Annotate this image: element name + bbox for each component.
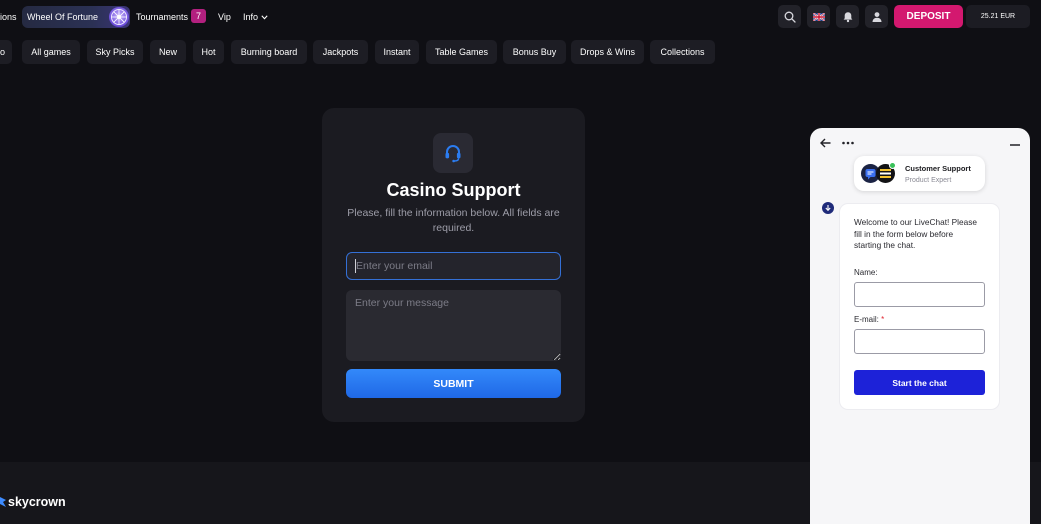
nav-item-clipped[interactable]: ions bbox=[0, 11, 17, 23]
text-caret bbox=[355, 259, 356, 273]
minimize-icon bbox=[1010, 144, 1020, 146]
notifications-button[interactable] bbox=[836, 5, 859, 28]
more-dots-icon bbox=[842, 141, 854, 145]
language-button[interactable] bbox=[807, 5, 830, 28]
category-collections[interactable]: Collections bbox=[650, 40, 715, 64]
category-hot[interactable]: Hot bbox=[193, 40, 224, 64]
deposit-button[interactable]: DEPOSIT bbox=[894, 5, 963, 28]
support-description: Please, fill the information below. All … bbox=[347, 207, 560, 234]
submit-button[interactable]: SUBMIT bbox=[346, 369, 561, 398]
category-all-games[interactable]: All games bbox=[22, 40, 80, 64]
nav-item-vip[interactable]: Vip bbox=[218, 11, 231, 23]
wheel-of-fortune-icon bbox=[109, 7, 129, 27]
category-sky-picks[interactable]: Sky Picks bbox=[87, 40, 143, 64]
livechat-widget: Customer Support Product Expert Welcome … bbox=[810, 128, 1030, 524]
brand-name: skycrown bbox=[8, 495, 66, 509]
tournaments-count-badge: 7 bbox=[191, 9, 206, 23]
nav-item-info[interactable]: Info bbox=[243, 11, 258, 23]
email-input[interactable] bbox=[346, 252, 561, 280]
category-instant[interactable]: Instant bbox=[375, 40, 419, 64]
category-item-clipped[interactable]: o bbox=[0, 40, 12, 64]
search-button[interactable] bbox=[778, 5, 801, 28]
uk-flag-icon bbox=[812, 12, 825, 21]
category-jackpots[interactable]: Jackpots bbox=[313, 40, 368, 64]
prechat-form: Welcome to our LiveChat! Please fill in … bbox=[840, 204, 999, 409]
chat-back-button[interactable] bbox=[818, 137, 832, 149]
support-card: Casino Support Please, fill the informat… bbox=[322, 108, 585, 422]
chevron-down-icon[interactable] bbox=[261, 15, 268, 20]
name-field[interactable] bbox=[854, 282, 985, 307]
email-label-row: E-mail: * bbox=[854, 315, 884, 325]
brand-logo[interactable]: skycrown bbox=[0, 495, 70, 509]
category-table-games[interactable]: Table Games bbox=[426, 40, 497, 64]
online-status-dot bbox=[889, 162, 896, 169]
category-bonus-buy[interactable]: Bonus Buy bbox=[503, 40, 566, 64]
wheel-of-fortune-label: Wheel Of Fortune bbox=[27, 12, 99, 22]
bot-avatar-icon bbox=[822, 202, 834, 214]
name-label: Name: bbox=[854, 268, 878, 277]
agent-card: Customer Support Product Expert bbox=[854, 156, 985, 191]
category-burning-board[interactable]: Burning board bbox=[231, 40, 307, 64]
nav-item-wheel-of-fortune[interactable]: Wheel Of Fortune bbox=[22, 6, 130, 28]
support-title: Casino Support bbox=[386, 180, 521, 200]
email-label: E-mail: bbox=[854, 315, 879, 324]
bell-icon bbox=[843, 11, 852, 22]
category-new[interactable]: New bbox=[150, 40, 186, 64]
welcome-message: Welcome to our LiveChat! Please fill in … bbox=[854, 217, 977, 250]
account-button[interactable] bbox=[865, 5, 888, 28]
agent-name: Customer Support bbox=[905, 164, 971, 173]
chat-minimize-button[interactable] bbox=[1008, 141, 1022, 149]
arrow-left-icon bbox=[819, 138, 830, 148]
top-nav: ions Wheel Of Fortune Tournaments 7 Vip … bbox=[0, 0, 1041, 34]
agent-role: Product Expert bbox=[905, 177, 952, 184]
support-icon-box bbox=[433, 133, 473, 173]
user-icon bbox=[872, 11, 881, 22]
skycrown-logo-icon bbox=[0, 497, 6, 507]
required-asterisk: * bbox=[881, 315, 885, 324]
headset-icon bbox=[445, 145, 461, 163]
nav-item-tournaments[interactable]: Tournaments bbox=[136, 11, 188, 23]
message-textarea[interactable] bbox=[346, 290, 561, 361]
search-icon bbox=[784, 11, 796, 23]
chat-menu-button[interactable] bbox=[841, 138, 855, 148]
start-chat-button[interactable]: Start the chat bbox=[854, 370, 985, 395]
balance-display[interactable]: 25.21 EUR bbox=[966, 5, 1030, 28]
email-field[interactable] bbox=[854, 329, 985, 354]
category-drops-wins[interactable]: Drops & Wins bbox=[571, 40, 644, 64]
